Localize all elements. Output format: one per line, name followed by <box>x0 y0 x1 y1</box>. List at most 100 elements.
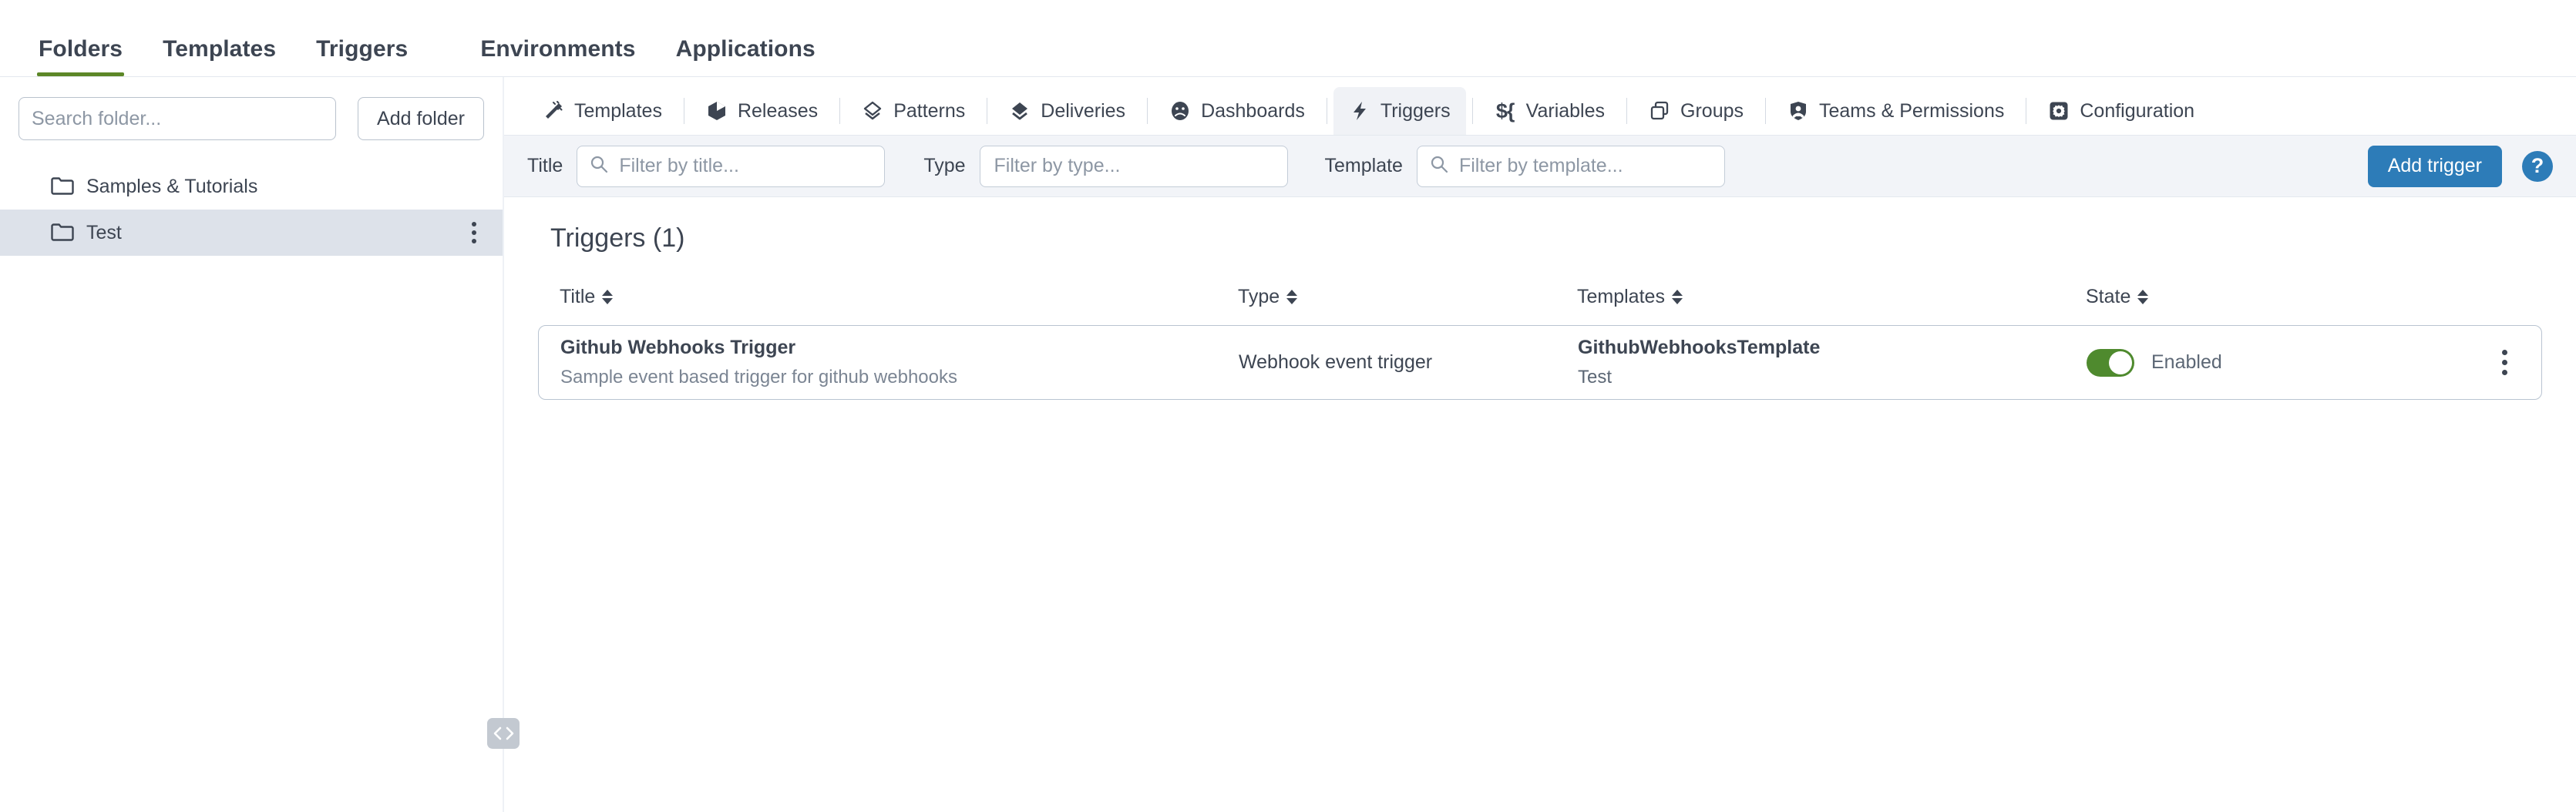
trigger-state-label: Enabled <box>2151 351 2222 373</box>
folder-item-samples-and-tutorials[interactable]: Samples & Tutorials <box>0 163 503 210</box>
add-folder-button[interactable]: Add folder <box>358 97 484 140</box>
patterns-icon <box>862 100 883 122</box>
deliveries-icon <box>1009 100 1031 122</box>
tab-configuration[interactable]: Configuration <box>2033 87 2210 135</box>
filter-type-input[interactable] <box>992 154 1275 178</box>
tab-triggers[interactable]: Triggers <box>1333 87 1466 135</box>
search-icon <box>1430 155 1448 177</box>
folder-item-test[interactable]: Test <box>0 210 503 256</box>
chevron-right-icon <box>505 726 515 741</box>
table-row[interactable]: Github Webhooks Trigger Sample event bas… <box>538 325 2542 400</box>
tab-separator <box>1626 98 1628 124</box>
topnav-item-templates[interactable]: Templates <box>143 36 296 76</box>
variables-icon: ${ <box>1495 99 1515 122</box>
tab-separator <box>1471 98 1473 124</box>
tab-label: Teams & Permissions <box>1819 99 2005 122</box>
filter-bar-actions: Add trigger ? <box>2367 145 2553 187</box>
configuration-icon <box>2048 100 2070 122</box>
filter-group-title: Title <box>527 145 886 187</box>
chevron-left-icon <box>493 726 503 741</box>
folder-icon <box>51 223 74 242</box>
tab-separator <box>1765 98 1766 124</box>
sort-icon <box>2137 290 2149 304</box>
folder-item-label: Test <box>86 221 122 243</box>
tab-label: Deliveries <box>1041 99 1126 122</box>
filter-group-template: Template <box>1324 145 1725 187</box>
trigger-template-name: GithubWebhooksTemplate <box>1578 337 1821 358</box>
tab-variables[interactable]: ${ Variables <box>1479 87 1620 135</box>
triggers-content: Triggers (1) Title Type Templates State <box>504 197 2576 812</box>
tab-dashboards[interactable]: Dashboards <box>1154 87 1320 135</box>
folder-list: Samples & Tutorials Test <box>0 163 503 256</box>
column-header-label: Type <box>1238 286 1280 307</box>
tab-label: Groups <box>1680 99 1744 122</box>
tab-label: Triggers <box>1380 99 1451 122</box>
filter-label-template: Template <box>1324 155 1403 176</box>
tab-label: Patterns <box>893 99 966 122</box>
filter-title-input[interactable] <box>617 154 873 178</box>
row-templates-cell: GithubWebhooksTemplate Test <box>1578 337 2087 388</box>
search-folder-input[interactable] <box>18 97 337 140</box>
trigger-description: Sample event based trigger for github we… <box>560 367 957 388</box>
tab-label: Variables <box>1525 99 1606 122</box>
row-title-cell: Github Webhooks Trigger Sample event bas… <box>560 337 1239 388</box>
tab-groups[interactable]: Groups <box>1633 87 1759 135</box>
releases-icon <box>706 100 728 122</box>
main-panel: Templates Releases Patterns Deliveries D… <box>504 77 2576 812</box>
sort-icon <box>602 290 614 304</box>
row-context-menu-icon[interactable] <box>2487 350 2507 375</box>
filter-label-type: Type <box>923 155 966 176</box>
tab-label: Releases <box>737 99 819 122</box>
column-header-type[interactable]: Type <box>1238 286 1577 308</box>
tab-label: Dashboards <box>1201 99 1305 122</box>
row-state-cell: Enabled <box>2087 348 2507 377</box>
topnav-item-triggers[interactable]: Triggers <box>296 36 428 76</box>
add-trigger-button[interactable]: Add trigger <box>2367 145 2502 187</box>
filter-label-title: Title <box>527 155 563 176</box>
sidebar-collapse-handle[interactable] <box>487 718 520 749</box>
tab-deliveries[interactable]: Deliveries <box>994 87 1141 135</box>
tab-separator <box>839 98 841 124</box>
help-icon[interactable]: ? <box>2522 150 2553 182</box>
folder-context-menu-icon[interactable] <box>461 222 487 243</box>
trigger-type: Webhook event trigger <box>1239 351 1433 373</box>
column-header-label: Templates <box>1577 286 1665 307</box>
trigger-template-folder: Test <box>1578 367 1613 388</box>
dashboards-icon <box>1169 100 1191 122</box>
filter-type-field[interactable] <box>979 145 1288 187</box>
folder-item-label: Samples & Tutorials <box>86 175 258 197</box>
sort-icon <box>1671 290 1683 304</box>
row-type-cell: Webhook event trigger <box>1239 351 1578 374</box>
toggle-knob <box>2109 351 2132 374</box>
column-header-state[interactable]: State <box>2086 286 2508 308</box>
column-header-label: State <box>2086 286 2131 307</box>
section-tab-bar: Templates Releases Patterns Deliveries D… <box>504 77 2576 136</box>
tab-label: Templates <box>574 99 662 122</box>
trigger-state-toggle[interactable] <box>2087 348 2134 377</box>
tab-label: Configuration <box>2080 99 2195 122</box>
groups-icon <box>1649 100 1670 122</box>
tab-patterns[interactable]: Patterns <box>846 87 980 135</box>
column-header-templates[interactable]: Templates <box>1577 286 2086 308</box>
top-navigation-bar: Folders Templates Triggers Environments … <box>0 0 2576 77</box>
filter-group-type: Type <box>923 145 1288 187</box>
body-split: Add folder Samples & Tutorials Test <box>0 77 2576 812</box>
filter-template-field[interactable] <box>1416 145 1725 187</box>
tab-teams-and-permissions[interactable]: Teams & Permissions <box>1772 87 2019 135</box>
topnav-item-applications[interactable]: Applications <box>656 36 836 76</box>
triggers-icon <box>1349 100 1370 122</box>
tab-releases[interactable]: Releases <box>691 87 833 135</box>
tab-templates[interactable]: Templates <box>527 87 678 135</box>
triggers-table-header: Title Type Templates State <box>538 286 2542 308</box>
topnav-item-environments[interactable]: Environments <box>460 36 655 76</box>
filter-title-field[interactable] <box>577 145 886 187</box>
sidebar-splitter <box>487 77 520 812</box>
folders-sidebar: Add folder Samples & Tutorials Test <box>0 77 503 812</box>
column-header-label: Title <box>560 286 596 307</box>
filter-bar: Title Type <box>504 136 2576 197</box>
column-header-title[interactable]: Title <box>560 286 1238 308</box>
topnav-item-folders[interactable]: Folders <box>18 36 143 76</box>
filter-template-input[interactable] <box>1457 154 1712 178</box>
teams-permissions-icon <box>1787 100 1809 122</box>
folder-icon <box>51 177 74 196</box>
